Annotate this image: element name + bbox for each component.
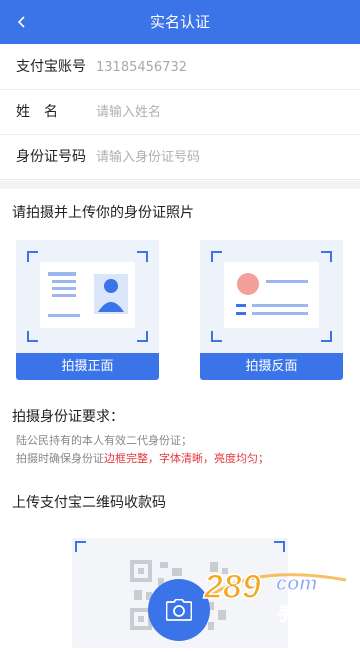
watermark-domain: com — [276, 573, 317, 595]
watermark-logo: 289 com 手游网 — [202, 567, 347, 626]
id-front-card[interactable]: 拍摄正面 — [16, 240, 159, 380]
alipay-account-value: 13185456732 — [96, 60, 187, 75]
requirement-line-1: 陆公民持有的本人有效二代身份证； — [16, 434, 192, 447]
id-number-label: 身份证号码 — [16, 149, 86, 165]
requirement-line-2: 拍摄时确保身份证边框完整，字体清晰，亮度均匀； — [16, 450, 269, 466]
watermark-brand: 289 — [203, 568, 261, 606]
upload-id-title: 请拍摄并上传你的身份证照片 — [12, 205, 194, 221]
capture-back-button[interactable]: 拍摄反面 — [200, 353, 343, 380]
camera-icon — [166, 599, 192, 621]
id-back-preview — [200, 240, 343, 353]
requirement-line-2-highlight: 边框完整，字体清晰，亮度均匀； — [104, 452, 269, 465]
alipay-account-label: 支付宝账号 — [16, 59, 86, 75]
name-row: 姓 名 — [0, 90, 360, 135]
requirements-title: 拍摄身份证要求： — [12, 409, 124, 425]
section-divider — [0, 181, 360, 189]
alipay-account-row: 支付宝账号 13185456732 — [0, 45, 360, 90]
site-watermark: 289 com 手游网 — [196, 558, 352, 626]
id-back-card[interactable]: 拍摄反面 — [200, 240, 343, 380]
name-input[interactable] — [96, 100, 336, 125]
id-card-back-icon — [211, 251, 332, 342]
requirement-line-2-text: 拍摄时确保身份证 — [16, 452, 104, 465]
name-label: 姓 名 — [16, 104, 58, 120]
id-number-row: 身份证号码 — [0, 135, 360, 180]
qrcode-title: 上传支付宝二维码收款码 — [12, 495, 166, 511]
id-card-front-icon — [27, 251, 148, 342]
page-title: 实名认证 — [149, 13, 210, 31]
id-front-preview — [16, 240, 159, 353]
id-number-input[interactable] — [96, 145, 336, 170]
capture-front-button[interactable]: 拍摄正面 — [16, 353, 159, 380]
top-bar: 实名认证 — [0, 0, 360, 44]
watermark-subtitle: 手游网 — [276, 604, 333, 625]
